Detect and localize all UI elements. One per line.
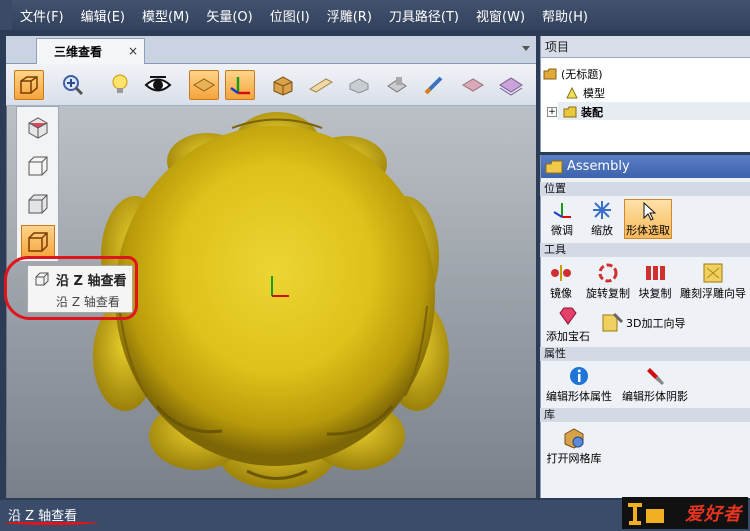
rotate-copy-button[interactable]: 旋转复制 — [583, 261, 633, 301]
edit-shape-attributes-button[interactable]: 编辑形体属性 — [544, 364, 614, 404]
nudge-label: 微调 — [551, 224, 573, 237]
scale-icon — [589, 198, 615, 222]
menu-help[interactable]: 帮助(H) — [534, 6, 597, 25]
tree-item-model[interactable]: 模型 — [565, 85, 605, 101]
brush-icon[interactable] — [420, 70, 450, 100]
mirror-button[interactable]: 镜像 — [544, 261, 578, 301]
eye-icon[interactable] — [143, 70, 173, 100]
system-menu-icon[interactable] — [0, 0, 12, 30]
relief-wizard-icon — [700, 261, 726, 285]
tree-item-assembly-label: 装配 — [581, 106, 603, 119]
menu-file[interactable]: 文件(F) — [12, 6, 73, 25]
red-annotation-underline — [4, 519, 98, 525]
zoom-icon[interactable] — [58, 70, 88, 100]
view-z-icon[interactable] — [21, 225, 55, 259]
view-toolbar — [6, 64, 536, 106]
layer-icon[interactable] — [496, 70, 526, 100]
scale-label: 缩放 — [591, 224, 613, 237]
3d-machining-wizard-label: 3D加工向导 — [626, 317, 686, 330]
logo-text: 爱好者 — [685, 504, 742, 525]
scale-button[interactable]: 缩放 — [584, 198, 620, 238]
3d-machining-wizard-button[interactable]: 3D加工向导 — [600, 312, 685, 334]
watermark-logo: 爱好者 — [622, 497, 748, 529]
render-icon[interactable] — [382, 70, 412, 100]
gem-icon — [555, 304, 581, 328]
shape-select-label: 形体选取 — [626, 224, 670, 237]
block-copy-button[interactable]: 块复制 — [636, 261, 674, 301]
section-tools: 工具 — [540, 243, 750, 257]
mesh-icon[interactable] — [458, 70, 488, 100]
model-icon — [566, 86, 578, 99]
app-window: 文件(F) 编辑(E) 模型(M) 矢量(O) 位图(I) 浮雕(R) 刀具路径… — [0, 0, 750, 531]
machining-wizard-icon — [602, 312, 624, 332]
tab-3d-view-label: 三维查看 — [54, 45, 103, 59]
plane-icon[interactable] — [189, 70, 219, 100]
tree-item-root-label: (无标题) — [561, 68, 603, 81]
menu-relief[interactable]: 浮雕(R) — [319, 6, 381, 25]
shape-select-button[interactable]: 形体选取 — [624, 199, 672, 239]
assembly-panel-header: Assembly — [541, 155, 750, 178]
view-direction-flyout — [16, 106, 59, 262]
cursor-icon — [635, 200, 661, 222]
assembly-panel-title: Assembly — [567, 159, 630, 174]
document-tab-strip: 三维查看 × — [6, 36, 536, 64]
nudge-button[interactable]: 微调 — [544, 198, 580, 238]
expand-icon[interactable]: + — [547, 107, 557, 117]
project-panel-title: 项目 — [541, 36, 750, 58]
menu-vector[interactable]: 矢量(O) — [198, 6, 261, 25]
menu-window[interactable]: 视窗(W) — [468, 6, 534, 25]
edit-shape-shading-button[interactable]: 编辑形体阴影 — [619, 364, 691, 404]
folder-icon — [543, 68, 557, 80]
red-annotation-circle — [4, 256, 138, 320]
block-copy-icon — [642, 261, 668, 285]
edit-shape-attributes-label: 编辑形体属性 — [546, 390, 612, 403]
close-icon[interactable]: × — [128, 44, 138, 58]
menu-model[interactable]: 模型(M) — [134, 6, 198, 25]
tab-list-dropdown-icon[interactable] — [522, 46, 530, 51]
tree-item-assembly[interactable]: + 装配 — [547, 104, 603, 120]
add-gem-label: 添加宝石 — [546, 330, 590, 343]
bar-icon[interactable] — [306, 70, 336, 100]
light-bulb-icon[interactable] — [105, 70, 135, 100]
section-attributes: 属性 — [540, 347, 750, 361]
mirror-label: 镜像 — [550, 287, 572, 300]
mirror-icon — [548, 261, 574, 285]
logo-mark-icon — [628, 503, 664, 525]
add-gem-button[interactable]: 添加宝石 — [544, 304, 592, 344]
carve-relief-wizard-button[interactable]: 雕刻浮雕向导 — [678, 261, 748, 301]
tree-item-root[interactable]: (无标题) — [543, 66, 603, 82]
section-library: 库 — [540, 408, 750, 422]
box-icon[interactable] — [268, 70, 298, 100]
view-y-icon[interactable] — [21, 187, 55, 221]
menu-bar: 文件(F) 编辑(E) 模型(M) 矢量(O) 位图(I) 浮雕(R) 刀具路径… — [0, 0, 750, 30]
axes-icon[interactable] — [225, 70, 255, 100]
rotate-copy-label: 旋转复制 — [586, 287, 630, 300]
iso-view-icon[interactable] — [21, 111, 55, 145]
shading-icon — [642, 364, 668, 388]
assembly-header-icon — [545, 160, 563, 173]
open-mesh-library-button[interactable]: 打开网格库 — [544, 426, 604, 466]
open-mesh-library-label: 打开网格库 — [546, 452, 602, 465]
menu-edit[interactable]: 编辑(E) — [73, 6, 134, 25]
tab-3d-view[interactable]: 三维查看 × — [36, 38, 145, 64]
view-cube-icon[interactable] — [14, 70, 44, 100]
view-x-icon[interactable] — [21, 149, 55, 183]
rotate-copy-icon — [595, 261, 621, 285]
shape-icon[interactable] — [344, 70, 374, 100]
tree-item-model-label: 模型 — [583, 87, 605, 100]
block-copy-label: 块复制 — [638, 287, 672, 300]
assembly-icon — [563, 106, 577, 118]
nudge-icon — [549, 198, 575, 222]
edit-shape-shading-label: 编辑形体阴影 — [622, 390, 688, 403]
menu-toolpaths[interactable]: 刀具路径(T) — [381, 6, 468, 25]
mesh-library-icon — [561, 426, 587, 450]
info-icon — [566, 364, 592, 388]
carve-relief-wizard-label: 雕刻浮雕向导 — [680, 287, 746, 300]
section-position: 位置 — [540, 182, 750, 196]
menu-bitmap[interactable]: 位图(I) — [262, 6, 319, 25]
